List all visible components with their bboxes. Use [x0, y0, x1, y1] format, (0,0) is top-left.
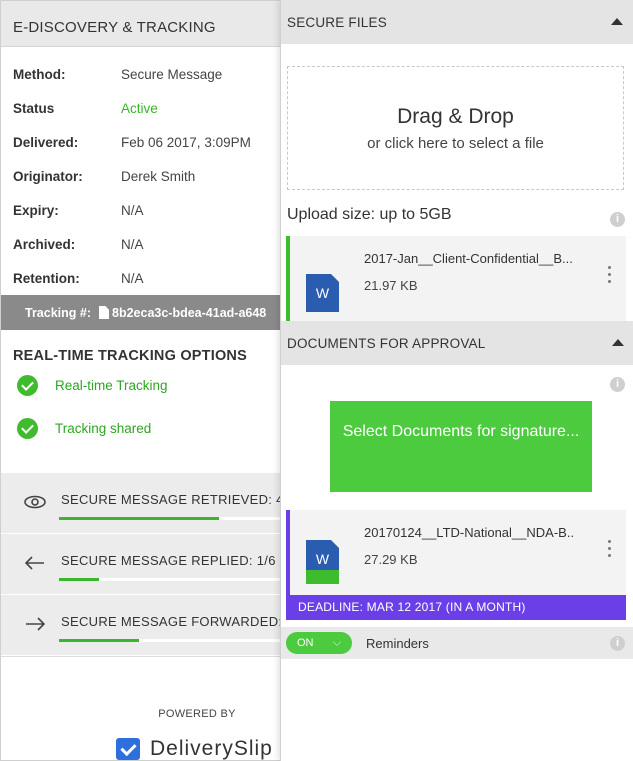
- file-size: 27.29 KB: [364, 552, 418, 567]
- meta-label: Expiry:: [13, 202, 59, 218]
- signature-badge-icon: [306, 570, 339, 584]
- status-stripe: [286, 236, 290, 322]
- reminders-label: Reminders: [366, 635, 429, 651]
- meta-label: Archived:: [13, 236, 76, 252]
- more-options-icon[interactable]: [608, 266, 612, 287]
- collapse-caret-icon[interactable]: [612, 339, 624, 346]
- document-icon: [99, 306, 109, 319]
- meta-value: N/A: [121, 236, 144, 252]
- file-item[interactable]: W 2017-Jan__Client-Confidential__B... 21…: [286, 236, 626, 322]
- meta-value: N/A: [121, 202, 144, 218]
- info-icon[interactable]: i: [610, 377, 625, 392]
- meta-value: N/A: [121, 270, 144, 286]
- file-name: 2017-Jan__Client-Confidential__B...: [364, 251, 573, 266]
- info-icon[interactable]: i: [610, 212, 625, 227]
- tracking-id: 8b2eca3c-bdea-41ad-a648: [112, 305, 267, 320]
- secure-files-header[interactable]: SECURE FILES: [281, 0, 633, 44]
- word-document-icon: W: [306, 274, 339, 312]
- progress-track: [59, 517, 299, 520]
- reminders-toggle[interactable]: ON: [286, 632, 352, 654]
- progress-fill: [59, 578, 100, 581]
- more-options-icon[interactable]: [608, 540, 612, 561]
- eye-icon: [23, 493, 47, 514]
- forward-icon: [23, 615, 47, 636]
- progress-fill: [59, 517, 220, 520]
- tracking-label: Tracking #:: [25, 305, 91, 320]
- meta-value: Derek Smith: [121, 168, 196, 184]
- files-panel: SECURE FILES Drag & Drop or click here t…: [280, 0, 633, 761]
- select-documents-button[interactable]: Select Documents for signature...: [330, 401, 592, 492]
- stat-label: SECURE MESSAGE FORWARDED: 2: [61, 613, 294, 629]
- checkmark-icon: [17, 375, 38, 396]
- meta-label: Originator:: [13, 168, 83, 184]
- file-item[interactable]: W 20170124__LTD-National__NDA-B.. 27.29 …: [286, 510, 626, 596]
- progress-track: [59, 578, 299, 581]
- dropzone-title: Drag & Drop: [397, 105, 514, 128]
- meta-label: Status: [13, 100, 55, 116]
- meta-value: Secure Message: [121, 66, 223, 82]
- reply-icon: [23, 554, 47, 575]
- meta-label: Method:: [13, 66, 66, 82]
- option-label: Real-time Tracking: [55, 378, 168, 393]
- option-label: Tracking shared: [55, 421, 152, 436]
- upload-size-label: Upload size: up to 5GB: [287, 206, 452, 223]
- info-icon[interactable]: i: [610, 636, 625, 651]
- deliveryslip-logo-icon: [116, 738, 140, 760]
- meta-value: Feb 06 2017, 3:09PM: [121, 134, 251, 150]
- stat-label: SECURE MESSAGE REPLIED: 1/6: [61, 552, 276, 568]
- file-dropzone[interactable]: Drag & Drop or click here to select a fi…: [287, 66, 624, 190]
- progress-fill: [59, 639, 139, 642]
- status-value: Active: [121, 100, 158, 116]
- dropzone-subtitle: or click here to select a file: [367, 135, 544, 152]
- brand-logo[interactable]: DeliverySlip: [116, 737, 273, 760]
- status-stripe: [286, 510, 290, 596]
- collapse-caret-icon[interactable]: [611, 18, 623, 25]
- brand-name: DeliverySlip: [150, 737, 273, 760]
- section-title: SECURE FILES: [287, 14, 387, 30]
- deadline-banner: DEADLINE: MAR 12 2017 (IN A MONTH): [286, 595, 626, 620]
- checkmark-icon: [17, 418, 38, 439]
- documents-approval-header[interactable]: DOCUMENTS FOR APPROVAL: [281, 321, 633, 365]
- meta-label: Retention:: [13, 270, 80, 286]
- file-name: 20170124__LTD-National__NDA-B..: [364, 525, 575, 540]
- stat-label: SECURE MESSAGE RETRIEVED: 4/6: [61, 491, 296, 507]
- meta-label: Delivered:: [13, 134, 79, 150]
- section-title: DOCUMENTS FOR APPROVAL: [287, 335, 486, 351]
- file-size: 21.97 KB: [364, 278, 418, 293]
- progress-track: [59, 639, 299, 642]
- reminders-row: ON Reminders i: [281, 627, 633, 659]
